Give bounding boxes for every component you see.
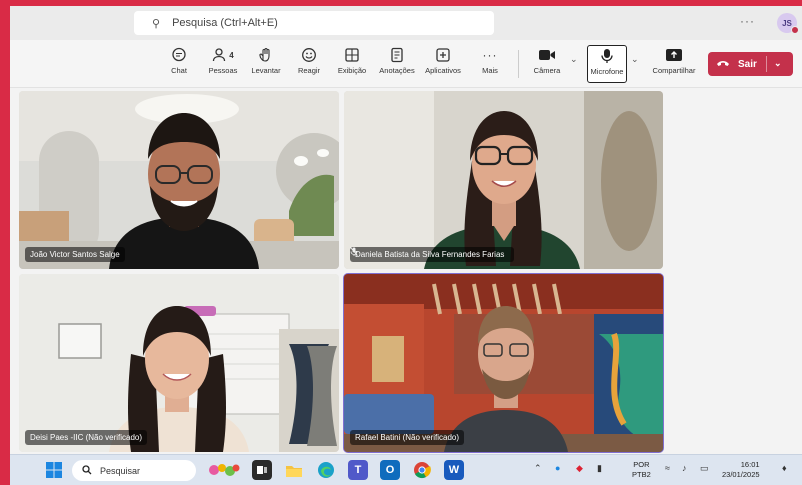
taskbar-search-placeholder: Pesquisar [100, 465, 141, 476]
battery-icon[interactable]: ▭ [700, 463, 709, 474]
search-icon: ⚲ [152, 17, 161, 30]
chat-button[interactable]: Chat [156, 44, 202, 84]
taskbar-search[interactable]: Pesquisar [72, 460, 196, 481]
language-code: POR [633, 460, 650, 469]
participant-tile[interactable]: João Victor Santos Salge [19, 91, 339, 269]
view-label: Exibição [337, 66, 367, 75]
keyboard-layout: PTB2 [632, 470, 651, 479]
task-view-icon[interactable] [252, 460, 272, 480]
search-icon [82, 464, 92, 477]
camera-options-chevron-icon[interactable]: ⌄ [570, 54, 578, 65]
microphone-label: Microfone [590, 67, 624, 76]
react-label: Reagir [297, 66, 321, 75]
people-count: 4 [229, 50, 234, 60]
microphone-options-chevron-icon[interactable]: ⌄ [631, 54, 639, 65]
notes-button[interactable]: Anotações [374, 44, 420, 84]
more-label: Mais [482, 66, 498, 75]
chevron-up-icon[interactable]: ⌃ [534, 463, 542, 474]
share-icon [665, 44, 683, 66]
participant-tile[interactable]: Daniela Batista da Silva Fernandes Faria… [344, 91, 663, 269]
clock-time: 16:01 [740, 460, 760, 469]
hang-up-icon [716, 58, 730, 70]
chat-icon [171, 44, 187, 66]
windows-taskbar: Pesquisar T O W ⌃ ● ◆ ▮ POR PTB2 ≈ ♪ ▭ 1… [10, 454, 802, 485]
leave-button[interactable]: Sair ⌄ [708, 52, 793, 76]
file-explorer-icon[interactable] [284, 460, 304, 480]
view-button[interactable]: Exibição [329, 44, 375, 84]
video-stage: João Victor Santos Salge Daniela Batista… [10, 88, 802, 454]
participant-name-tag: Rafael Batini (Não verificado) [350, 430, 465, 445]
microphone-icon [600, 45, 614, 67]
share-label: Compartilhar [652, 66, 696, 75]
people-icon: 4 [212, 44, 234, 66]
participant-video [19, 91, 339, 269]
network-globe-icon[interactable]: ● [555, 463, 560, 473]
title-bar: ⚲ Pesquisa (Ctrl+Alt+E) ··· JS [10, 6, 802, 40]
status-dot [791, 26, 799, 34]
word-icon[interactable]: W [444, 460, 464, 480]
participant-name-tag: João Victor Santos Salge [25, 247, 125, 262]
participant-name: Deisi Paes -IIC (Não verificado) [30, 433, 143, 442]
microphone-button[interactable]: Microfone [587, 45, 627, 83]
participant-name-tag: Daniela Batista da Silva Fernandes Faria… [350, 247, 515, 262]
microphone-button-content: Microfone [584, 45, 630, 85]
language-indicator[interactable]: POR PTB2 [632, 460, 651, 480]
search-box[interactable]: ⚲ Pesquisa (Ctrl+Alt+E) [134, 11, 494, 35]
leave-label: Sair [738, 58, 757, 70]
edge-browser-icon[interactable] [316, 460, 336, 480]
outlook-icon[interactable]: O [380, 460, 400, 480]
participant-name: João Victor Santos Salge [30, 250, 120, 259]
notification-bell-icon[interactable]: ♦ [782, 463, 787, 473]
apps-icon [435, 44, 451, 66]
apps-label: Aplicativos [425, 66, 461, 75]
windows-start-icon[interactable] [44, 460, 64, 480]
leave-divider [766, 56, 767, 72]
user-avatar[interactable]: JS [777, 13, 799, 34]
notes-label: Anotações [379, 66, 415, 75]
participant-name: Rafael Batini (Não verificado) [355, 433, 460, 442]
leave-options-chevron-icon[interactable]: ⌄ [774, 58, 782, 69]
chrome-icon[interactable] [412, 460, 432, 480]
participant-video [344, 91, 663, 269]
apps-button[interactable]: Aplicativos [420, 44, 466, 84]
participant-name: Daniela Batista da Silva Fernandes Faria… [355, 250, 505, 259]
camera-button[interactable]: Câmera [524, 44, 570, 84]
raise-hand-label: Levantar [251, 66, 281, 75]
view-icon [344, 44, 360, 66]
participant-name-tag: Deisi Paes -IIC (Não verificado) [25, 430, 148, 445]
widgets-icon[interactable] [206, 460, 242, 480]
teams-meeting-window: ⚲ Pesquisa (Ctrl+Alt+E) ··· JS Chat 4 Pe… [10, 6, 802, 485]
camera-label: Câmera [533, 66, 561, 75]
user-initials: JS [782, 18, 792, 28]
wifi-icon[interactable]: ≈ [665, 463, 670, 473]
system-clock[interactable]: 16:01 23/01/2025 [722, 460, 760, 480]
participant-video [344, 274, 663, 452]
clock-date: 23/01/2025 [722, 470, 760, 479]
security-icon[interactable]: ◆ [576, 463, 583, 474]
notes-icon [389, 44, 405, 66]
more-icon: ··· [482, 48, 498, 62]
volume-icon[interactable]: ♪ [682, 463, 687, 473]
chat-label: Chat [171, 66, 187, 75]
raise-hand-button[interactable]: Levantar [243, 44, 289, 84]
more-button[interactable]: ··· Mais [467, 44, 513, 84]
search-placeholder: Pesquisa (Ctrl+Alt+E) [172, 17, 278, 29]
react-button[interactable]: Reagir [286, 44, 332, 84]
participant-tile-active-speaker[interactable]: Rafael Batini (Não verificado) [343, 273, 664, 453]
participant-video [19, 274, 339, 452]
participant-tile[interactable]: Deisi Paes -IIC (Não verificado) [19, 274, 339, 452]
meeting-toolbar: Chat 4 Pessoas Levantar Reagir Exibição … [10, 40, 802, 88]
more-options-button[interactable]: ··· [740, 14, 755, 28]
people-button[interactable]: 4 Pessoas [200, 44, 246, 84]
people-label: Pessoas [208, 66, 238, 75]
share-button[interactable]: Compartilhar [648, 44, 700, 84]
microphone-tray-icon[interactable]: ▮ [597, 463, 602, 474]
camera-icon [538, 44, 556, 66]
toolbar-divider [518, 50, 519, 78]
teams-icon[interactable]: T [348, 460, 368, 480]
react-icon [301, 44, 317, 66]
raise-hand-icon [258, 44, 274, 66]
